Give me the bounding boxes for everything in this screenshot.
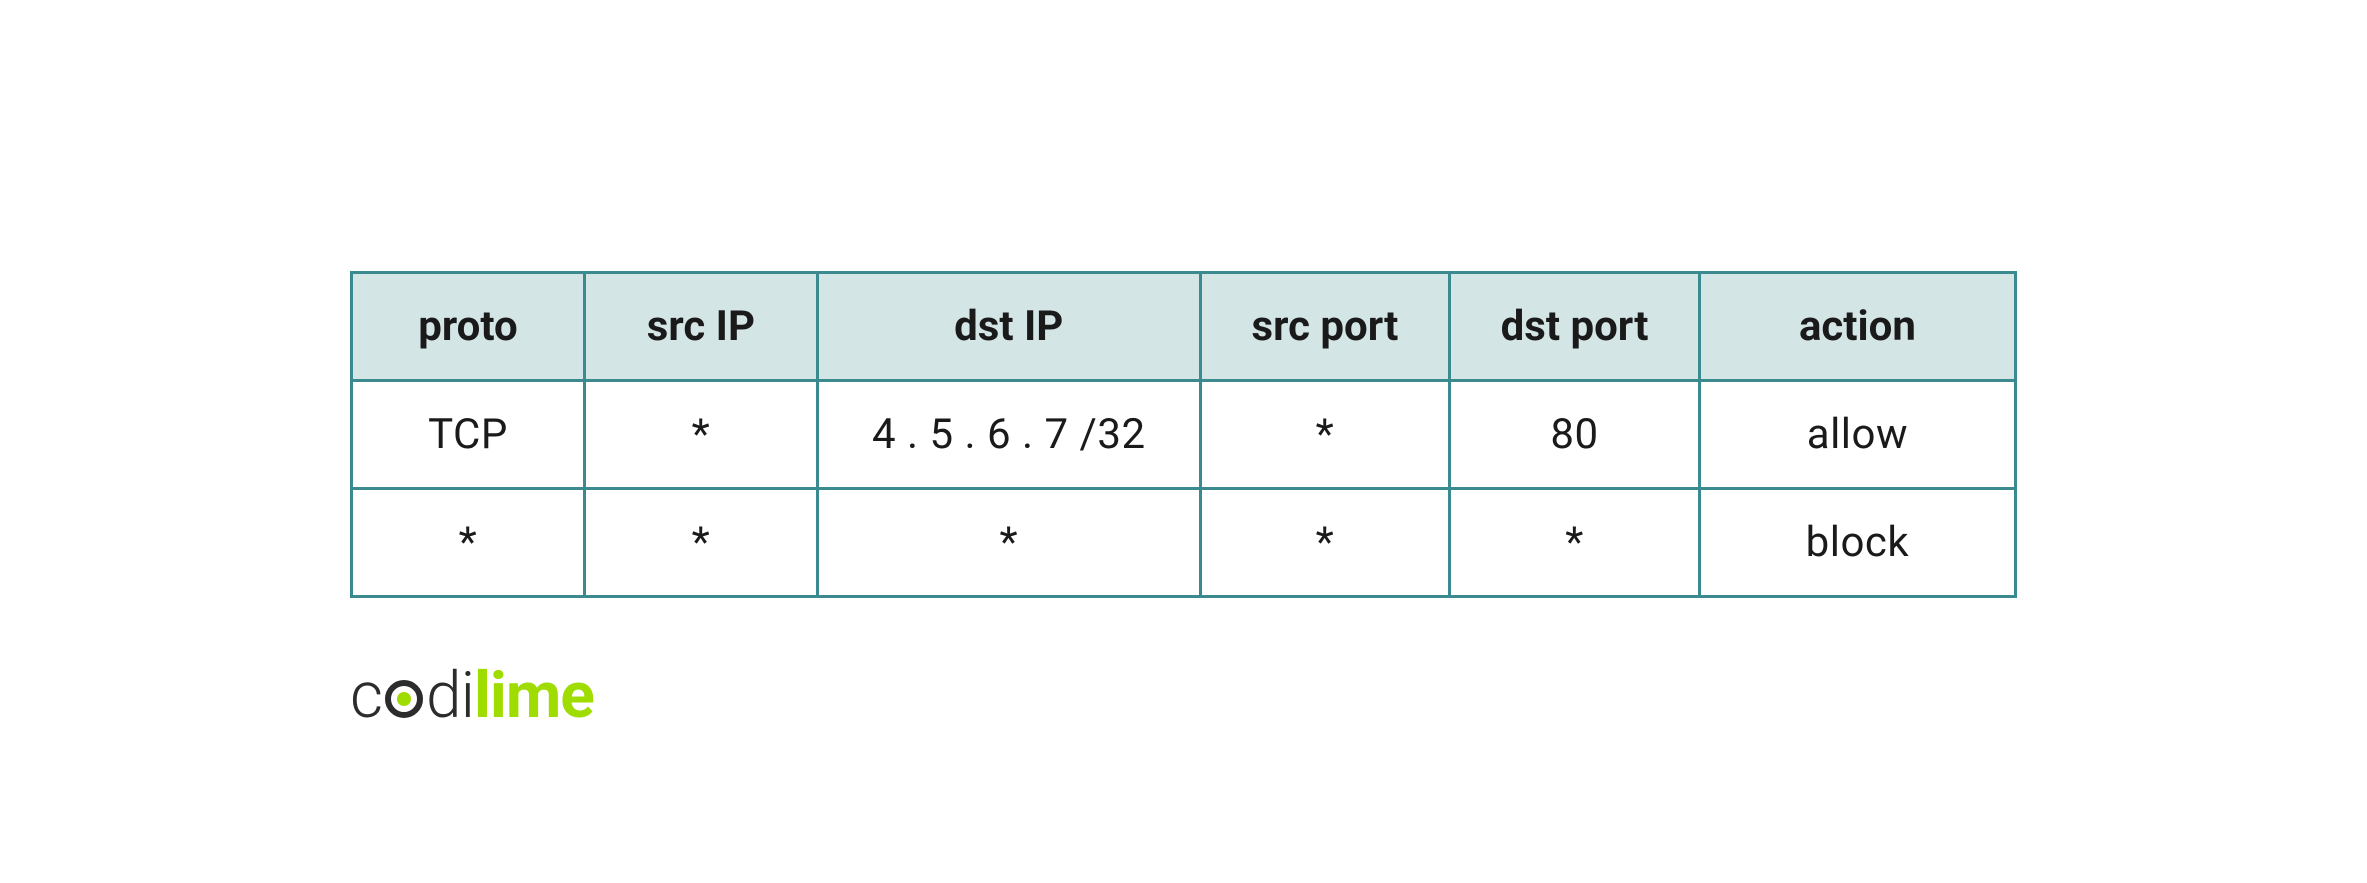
cell-proto: TCP: [352, 380, 585, 488]
cell-src-port: *: [1200, 380, 1450, 488]
header-proto: proto: [352, 272, 585, 380]
cell-dst-ip: *: [817, 488, 1200, 596]
header-src-port: src port: [1200, 272, 1450, 380]
logo-text-di: di: [426, 658, 474, 733]
cell-dst-ip: 4 . 5 . 6 . 7 /32: [817, 380, 1200, 488]
cell-dst-port: 80: [1450, 380, 1700, 488]
header-src-ip: src IP: [584, 272, 817, 380]
firewall-rules-table: proto src IP dst IP src port dst port ac…: [350, 271, 2017, 598]
table-header-row: proto src IP dst IP src port dst port ac…: [352, 272, 2016, 380]
cell-src-port: *: [1200, 488, 1450, 596]
header-dst-port: dst port: [1450, 272, 1700, 380]
codilime-logo: cdilime: [350, 658, 2017, 733]
logo-text-c: c: [350, 658, 382, 733]
cell-src-ip: *: [584, 380, 817, 488]
cell-action: block: [1699, 488, 2015, 596]
table-row: * * * * * block: [352, 488, 2016, 596]
table-row: TCP * 4 . 5 . 6 . 7 /32 * 80 allow: [352, 380, 2016, 488]
cell-dst-port: *: [1450, 488, 1700, 596]
header-action: action: [1699, 272, 2015, 380]
cell-action: allow: [1699, 380, 2015, 488]
header-dst-ip: dst IP: [817, 272, 1200, 380]
logo-o-icon: [382, 677, 426, 721]
cell-src-ip: *: [584, 488, 817, 596]
cell-proto: *: [352, 488, 585, 596]
diagram-container: proto src IP dst IP src port dst port ac…: [0, 151, 2367, 733]
logo-text-lime: lime: [474, 658, 594, 733]
